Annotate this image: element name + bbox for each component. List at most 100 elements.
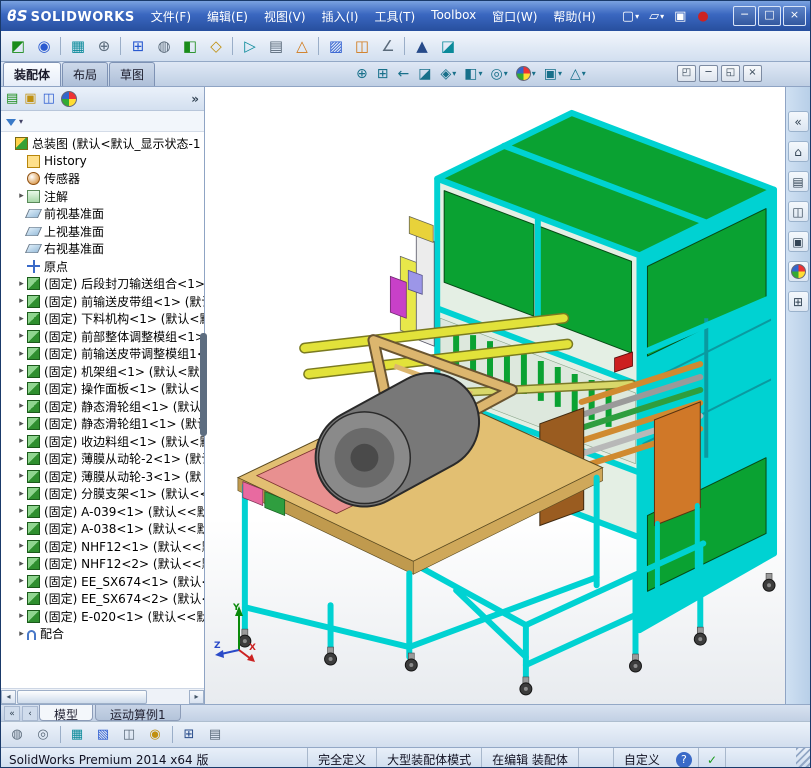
tree-item[interactable]: 原点 (4, 258, 204, 276)
filter-icon[interactable] (6, 118, 16, 126)
expand-arrow-icon[interactable]: ▸ (16, 191, 27, 201)
commandmanager-tab[interactable]: 装配体 (3, 62, 62, 86)
solidworks-search-icon[interactable]: ● (693, 5, 713, 27)
mate-icon[interactable]: ◉ (31, 34, 57, 58)
appearance-filter-icon[interactable]: ◉ (143, 724, 167, 745)
displaymanager-tab-icon[interactable] (60, 90, 77, 107)
doc-restore-icon[interactable]: ◱ (721, 65, 740, 82)
document-tab[interactable]: 运动算例1 (95, 705, 181, 722)
tree-item[interactable]: 总装图 (默认<默认_显示状态-1 (4, 135, 204, 153)
table-icon[interactable]: ▤ (203, 724, 227, 745)
maximize-button[interactable]: □ (758, 6, 781, 26)
tree-item[interactable]: ▸ (固定) A-039<1> (默认<<默认> (4, 503, 204, 521)
machine-frame[interactable] (434, 109, 778, 634)
tree-item[interactable]: ▸ (固定) 下料机构<1> (默认<默 (4, 310, 204, 328)
hide-show-items-icon[interactable]: ◎ ▾ (487, 64, 510, 83)
tab-scroll-prev-icon[interactable]: ‹ (22, 706, 38, 721)
tree-item[interactable]: ▸ 配合 (4, 625, 204, 643)
propertymanager-tab-icon[interactable]: ▣ (24, 91, 36, 106)
lift-column[interactable] (389, 215, 435, 347)
measure-icon[interactable]: ∠ (375, 34, 401, 58)
document-tab[interactable]: 模型 (39, 705, 94, 722)
tree-item[interactable]: ▸ (固定) A-038<1> (默认<<默认 (4, 520, 204, 538)
tree-item[interactable]: ▸ (固定) 静态滑轮组1<1> (默认 (4, 415, 204, 433)
featuremanager-tab-icon[interactable]: ▤ (6, 91, 18, 106)
selection-filter-icon[interactable]: ◍ (5, 724, 29, 745)
component-pattern-icon[interactable]: ▦ (60, 34, 91, 58)
expand-arrow-icon[interactable]: ▸ (16, 314, 27, 324)
tree-item[interactable]: 前视基准面 (4, 205, 204, 223)
menu-item[interactable]: 插入(I) (314, 4, 367, 29)
reference-geometry-icon[interactable]: ◇ (203, 34, 229, 58)
expand-arrow-icon[interactable]: ▸ (16, 279, 27, 289)
custom-properties-icon[interactable]: ⊞ (787, 291, 809, 312)
expand-arrow-icon[interactable]: ▸ (16, 489, 27, 499)
tree-item[interactable]: ▸ (固定) E-020<1> (默认<<默认 (4, 608, 204, 626)
expand-arrow-icon[interactable]: ▸ (16, 349, 27, 359)
smart-fasteners-icon[interactable]: ⊕ (91, 34, 117, 58)
hide-show-tree-icon[interactable]: ◫ (117, 724, 141, 745)
previous-view-icon[interactable]: ← (394, 64, 413, 83)
menu-item[interactable]: 工具(T) (366, 4, 423, 29)
tree-item[interactable]: ▸ (固定) 机架组<1> (默认<默认 (4, 363, 204, 381)
mass-properties-icon[interactable]: ▲ (404, 34, 435, 58)
graphics-viewport[interactable]: Y Z X (205, 87, 785, 704)
configurationmanager-tab-icon[interactable]: ◫ (43, 91, 55, 106)
scroll-left-icon[interactable]: ◂ (1, 689, 16, 704)
minimize-button[interactable]: ─ (733, 6, 756, 26)
exploded-view-icon[interactable]: △ (289, 34, 315, 58)
help-icon[interactable]: ? (675, 751, 692, 767)
tree-item[interactable]: 传感器 (4, 170, 204, 188)
scrollbar-thumb[interactable] (17, 689, 147, 704)
expand-arrow-icon[interactable]: ▸ (16, 401, 27, 411)
expand-arrow-icon[interactable]: ▸ (16, 594, 27, 604)
quick-tips-icon[interactable]: ◎ (31, 724, 55, 745)
tree-item[interactable]: ▸ (固定) 薄膜从动轮-3<1> (默 (4, 468, 204, 486)
expand-arrow-icon[interactable]: ▸ (16, 366, 27, 376)
interference-check-icon[interactable]: ▧ (91, 724, 115, 745)
expand-arrow-icon[interactable]: ▸ (16, 296, 27, 306)
save-icon[interactable]: ▣ (670, 5, 691, 27)
resize-grip[interactable] (796, 748, 810, 767)
tree-item[interactable]: ▸ (固定) EE_SX674<2> (默认< (4, 590, 204, 608)
new-motion-study-icon[interactable]: ▷ (232, 34, 263, 58)
expand-arrow-icon[interactable]: ▸ (16, 419, 27, 429)
doc-minimize-icon[interactable]: ─ (699, 65, 718, 82)
tree-item[interactable]: ▸ 注解 (4, 188, 204, 206)
expand-arrow-icon[interactable]: ▸ (16, 471, 27, 481)
tree-horizontal-scrollbar[interactable]: ◂ ▸ (1, 688, 204, 704)
tree-item[interactable]: ▸ (固定) 收边料组<1> (默认<默 (4, 433, 204, 451)
assembly-features-icon[interactable]: ◧ (177, 34, 203, 58)
apply-scene-icon[interactable]: ▣ ▾ (541, 64, 565, 83)
tree-item[interactable]: ▸ (固定) 前输送皮带调整模组1< (4, 345, 204, 363)
expand-arrow-icon[interactable]: ▸ (16, 576, 27, 586)
tree-item[interactable]: ▸ (固定) EE_SX674<1> (默认<< (4, 573, 204, 591)
taskpane-collapse-icon[interactable]: « (787, 111, 809, 132)
open-document-icon[interactable]: ▱ ▾ (645, 5, 668, 27)
grid-icon[interactable]: ⊞ (172, 724, 201, 745)
insert-component-icon[interactable]: ◩ (5, 34, 31, 58)
tree-item[interactable]: ▸ (固定) 操作面板<1> (默认<默 (4, 380, 204, 398)
menu-item[interactable]: 窗口(W) (484, 4, 545, 29)
solidworks-resources-icon[interactable]: ⌂ (787, 141, 809, 162)
expand-arrow-icon[interactable]: ▸ (16, 331, 27, 341)
menu-item[interactable]: 文件(F) (143, 4, 199, 29)
expand-arrow-icon[interactable]: ▸ (16, 454, 27, 464)
new-document-icon[interactable]: ▢ ▾ (618, 5, 643, 27)
show-hidden-components-icon[interactable]: ◍ (151, 34, 177, 58)
explode-line-sketch-icon[interactable]: ▨ (318, 34, 349, 58)
section-properties-icon[interactable]: ◪ (435, 34, 461, 58)
expand-arrow-icon[interactable]: ▸ (16, 506, 27, 516)
panel-splitter-handle[interactable] (200, 333, 207, 436)
expand-arrow-icon[interactable]: ▸ (16, 629, 27, 639)
edit-appearance-icon[interactable]: ▾ (513, 64, 539, 83)
tree-item[interactable]: ▸ (固定) NHF12<1> (默认<<默认 (4, 538, 204, 556)
zoom-area-icon[interactable]: ⊞ (374, 64, 393, 83)
tree-item[interactable]: 右视基准面 (4, 240, 204, 258)
menu-item[interactable]: 帮助(H) (545, 4, 603, 29)
tree-item[interactable]: 上视基准面 (4, 223, 204, 241)
view-settings-icon[interactable]: △ ▾ (567, 64, 589, 83)
assembly-visualization-icon[interactable]: ▦ (60, 724, 89, 745)
doc-close-icon[interactable]: × (743, 65, 762, 82)
view-orientation-icon[interactable]: ◈ ▾ (437, 64, 459, 83)
